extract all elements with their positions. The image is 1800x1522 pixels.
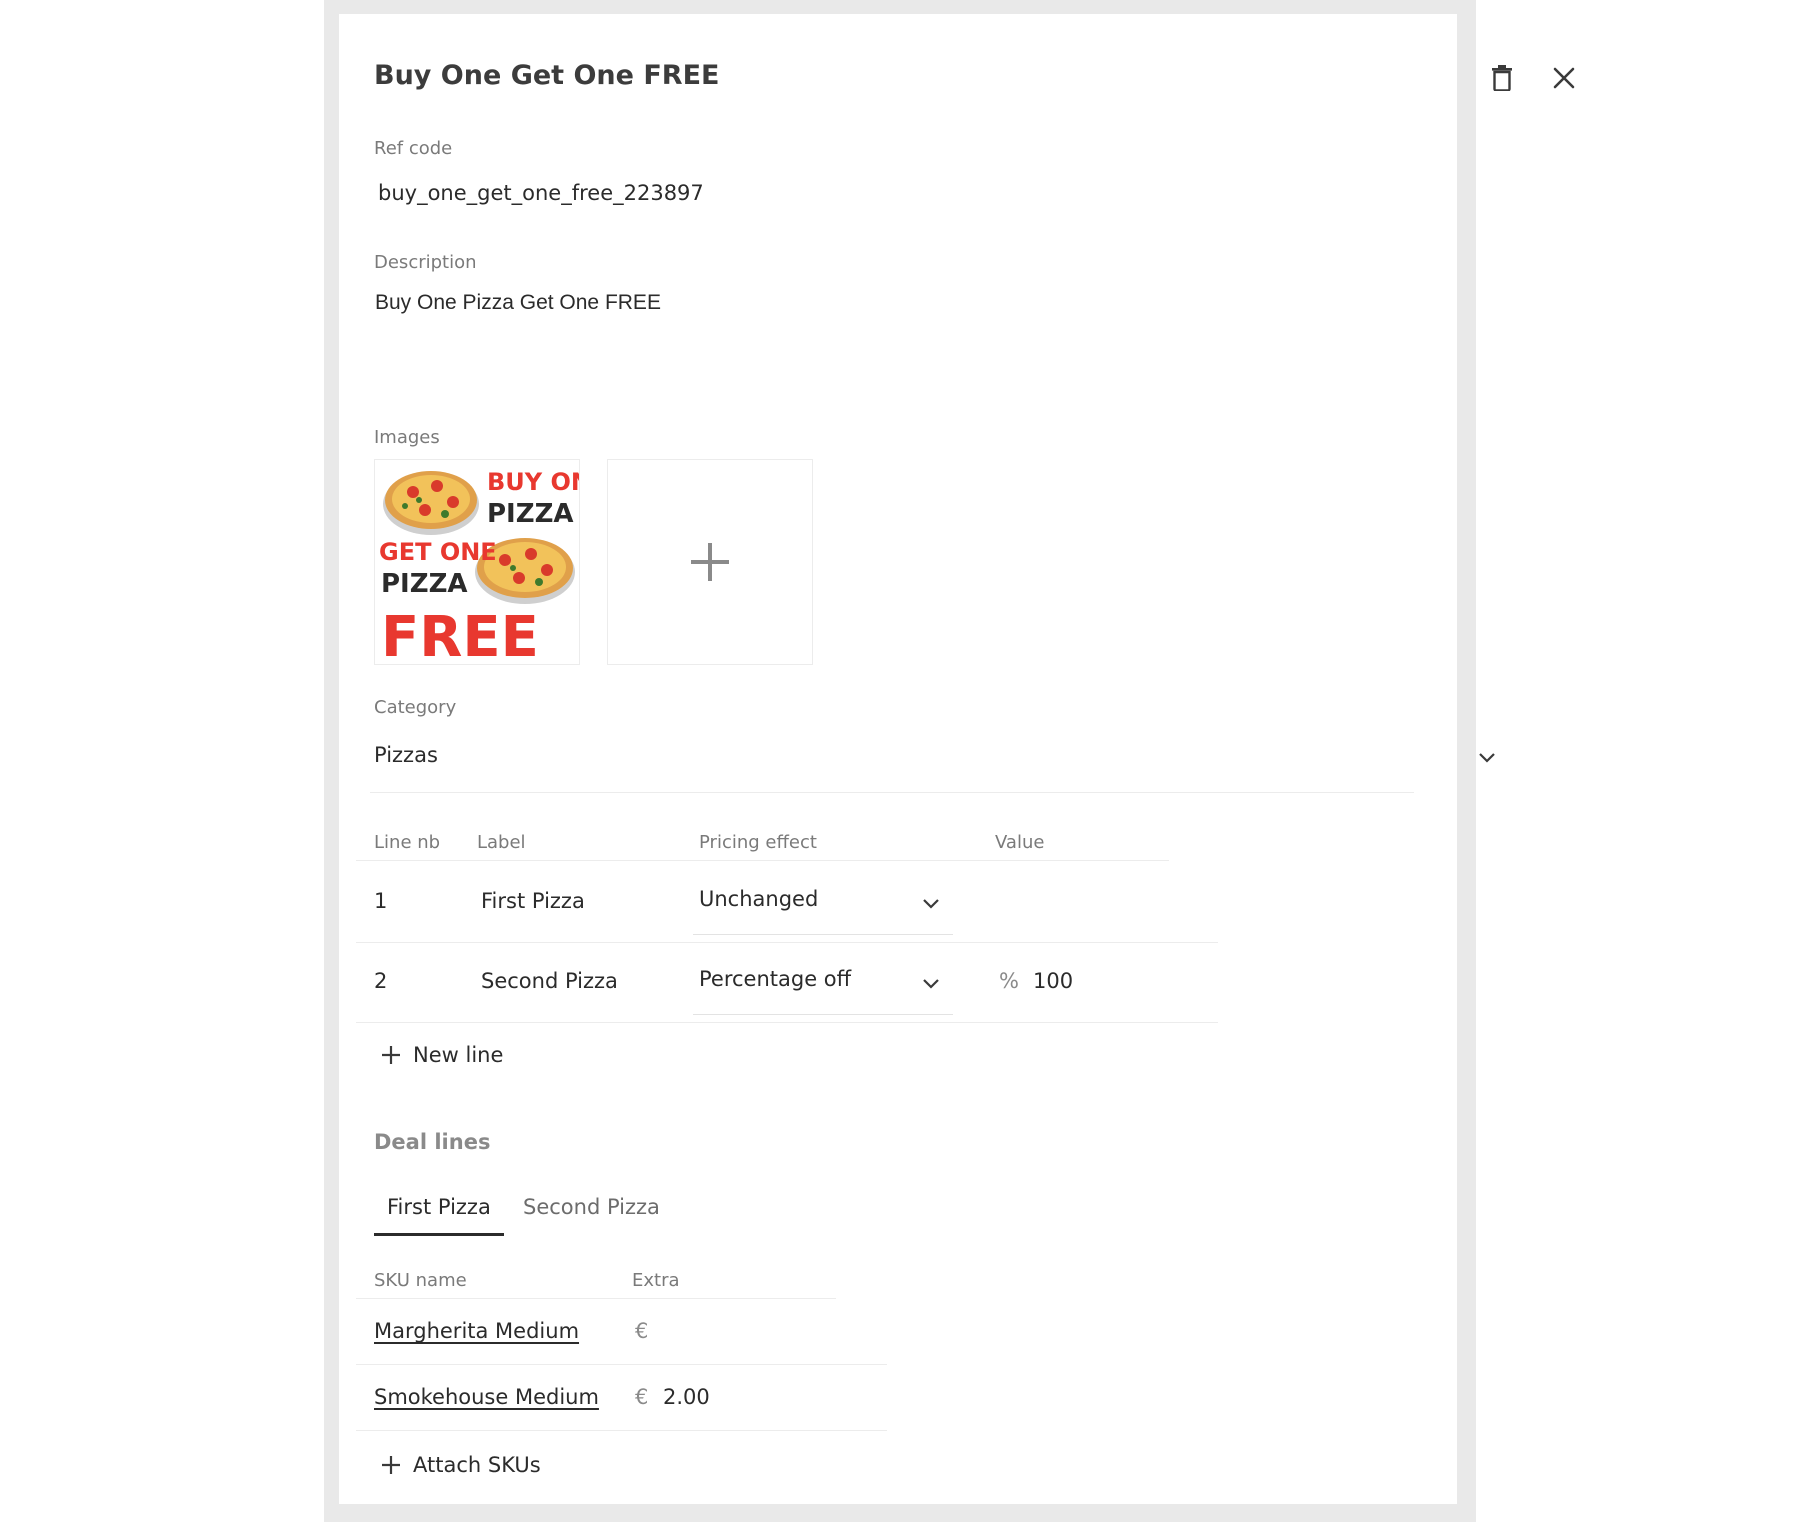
row-2-select-underline (693, 1014, 953, 1015)
row-2-label[interactable]: Second Pizza (481, 969, 618, 993)
row-1-pricing-select[interactable]: Unchanged (693, 874, 953, 934)
table-header-divider (356, 860, 1169, 861)
row-2-pricing-value: Percentage off (699, 967, 852, 991)
ref-code-value[interactable]: buy_one_get_one_free_223897 (378, 181, 704, 205)
category-value: Pizzas (374, 743, 438, 767)
add-image-button[interactable] (607, 459, 813, 665)
sku-row-2-extra-input[interactable]: 2.00 (663, 1385, 710, 1409)
row-1-pricing-value: Unchanged (699, 887, 819, 911)
thumb-text-1: BUY ONE (487, 468, 579, 496)
col-header-label: Label (477, 832, 526, 853)
promo-image: BUY ONE PIZZA GET ONE PIZZA FREE (379, 468, 579, 664)
row-2-pricing-select[interactable]: Percentage off (693, 954, 953, 1014)
image-thumbnail[interactable]: BUY ONE PIZZA GET ONE PIZZA FREE (374, 459, 580, 665)
tab-second-pizza[interactable]: Second Pizza (523, 1195, 660, 1219)
images-label: Images (374, 427, 440, 448)
attach-skus-button[interactable]: Attach SKUs (381, 1448, 541, 1482)
category-divider (370, 792, 1414, 793)
row-1-select-underline (693, 934, 953, 935)
chevron-down-icon (923, 979, 939, 989)
new-line-label: New line (413, 1043, 504, 1067)
tab-first-pizza[interactable]: First Pizza (387, 1195, 491, 1219)
row-2-value-input[interactable]: 100 (1033, 969, 1073, 993)
thumb-text-5: FREE (381, 605, 539, 664)
sku-row-2-divider (356, 1430, 887, 1431)
row-1-nb: 1 (374, 889, 388, 913)
thumb-text-4: PIZZA (381, 569, 468, 599)
chevron-down-icon (1479, 753, 1495, 763)
ref-code-label: Ref code (374, 138, 453, 159)
thumb-text-2: PIZZA (487, 499, 574, 529)
row-1-divider (356, 942, 1218, 943)
delete-button[interactable] (1480, 56, 1524, 100)
row-2-nb: 2 (374, 969, 388, 993)
new-line-button[interactable]: New line (381, 1038, 503, 1072)
description-label: Description (374, 252, 477, 273)
close-button[interactable] (1542, 56, 1586, 100)
description-field[interactable]: Buy One Pizza Get One FREE (375, 291, 661, 315)
plus-icon (382, 1046, 400, 1064)
active-tab-indicator (374, 1233, 504, 1236)
thumb-text-3: GET ONE (379, 538, 497, 566)
plus-icon (691, 543, 729, 581)
plus-icon (382, 1456, 400, 1474)
sku-link-smokehouse[interactable]: Smokehouse Medium (374, 1385, 599, 1409)
trash-icon (1492, 65, 1512, 91)
page-title: Buy One Get One FREE (374, 60, 720, 91)
col-header-value: Value (995, 832, 1045, 853)
col-header-line-nb: Line nb (374, 832, 441, 853)
col-header-sku-name: SKU name (374, 1270, 467, 1291)
sku-row-1-currency: € (635, 1319, 649, 1343)
row-2-divider (356, 1022, 1218, 1023)
deal-lines-title: Deal lines (374, 1130, 491, 1154)
chevron-down-icon (923, 899, 939, 909)
col-header-extra: Extra (632, 1270, 680, 1291)
sku-row-1-divider (356, 1364, 887, 1365)
attach-skus-label: Attach SKUs (413, 1453, 541, 1477)
sku-link-margherita[interactable]: Margherita Medium (374, 1319, 579, 1343)
close-icon (1553, 67, 1575, 89)
row-2-percent-unit: % (999, 969, 1019, 993)
col-header-pricing-effect: Pricing effect (699, 832, 817, 853)
category-label: Category (374, 697, 457, 718)
deal-editor-panel: Buy One Get One FREE Ref code buy_one_ge… (339, 14, 1575, 1504)
sku-header-divider (356, 1298, 836, 1299)
sku-row-2-currency: € (635, 1385, 649, 1409)
row-1-label[interactable]: First Pizza (481, 889, 585, 913)
category-select[interactable]: Pizzas (370, 736, 1570, 792)
